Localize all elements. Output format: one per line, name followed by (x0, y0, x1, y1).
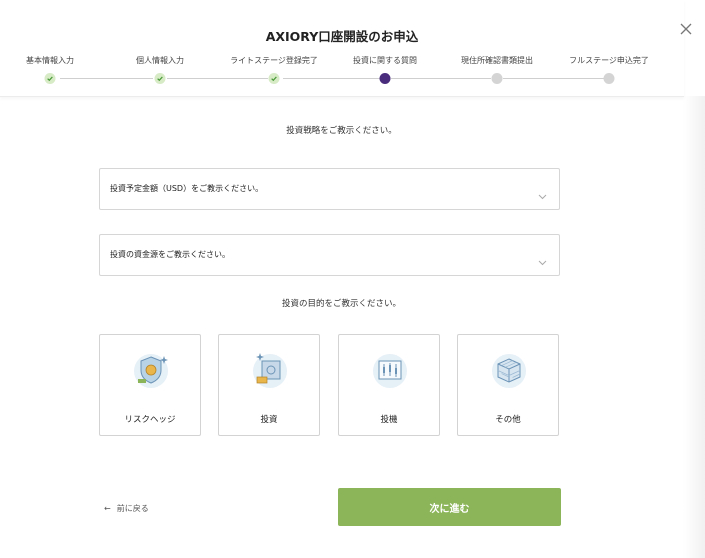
select-placeholder: 投資の資金源をご教示ください。 (110, 250, 230, 259)
strategy-heading: 投資戦略をご教示ください。 (286, 126, 397, 136)
purpose-card-speculation[interactable]: 投機 (338, 334, 440, 436)
pending-step-dot (603, 73, 615, 84)
step-label: 個人情報入力 (136, 56, 184, 65)
step-label: 投資に関する質問 (353, 56, 417, 65)
select-placeholder: 投資予定金額（USD）をご教示ください。 (110, 184, 264, 193)
progress-header: AXIORY口座開設のお申込 基本情報入力 個人情報入力 ライトステージ登録完了… (0, 0, 684, 97)
trading-chart-icon (365, 349, 415, 391)
step-label: 基本情報入力 (26, 56, 74, 65)
check-icon (154, 73, 166, 84)
check-icon (268, 73, 280, 84)
chevron-down-icon (538, 185, 547, 204)
back-link[interactable]: ← 前に戻る (104, 503, 149, 514)
close-icon[interactable] (677, 20, 695, 38)
purpose-label: リスクヘッジ (124, 415, 176, 425)
fund-source-select[interactable]: 投資の資金源をご教示ください。 (99, 234, 560, 276)
purpose-heading: 投資の目的をご教示ください。 (281, 299, 401, 309)
page-title: AXIORY口座開設のお申込 (265, 29, 419, 44)
purpose-label: 投機 (380, 415, 398, 425)
step-connector (60, 78, 153, 79)
step-connector (391, 78, 491, 79)
shield-coin-icon (126, 349, 176, 391)
back-label: 前に戻る (116, 504, 149, 513)
current-step-dot (379, 73, 391, 84)
check-icon (44, 73, 56, 84)
cube-icon (484, 349, 534, 391)
purpose-label: 投資 (260, 415, 278, 425)
step-connector (167, 78, 268, 79)
purpose-card-other[interactable]: その他 (457, 334, 559, 436)
step-connector (503, 78, 605, 79)
arrow-left-icon: ← (104, 504, 111, 513)
pending-step-dot (491, 73, 503, 84)
purpose-card-risk-hedge[interactable]: リスクヘッジ (99, 334, 201, 436)
chevron-down-icon (538, 251, 547, 270)
step-label: フルステージ申込完了 (569, 56, 649, 65)
investment-amount-select[interactable]: 投資予定金額（USD）をご教示ください。 (99, 168, 560, 210)
purpose-card-investment[interactable]: 投資 (218, 334, 320, 436)
application-page: AXIORY口座開設のお申込 基本情報入力 個人情報入力 ライトステージ登録完了… (0, 0, 705, 558)
step-connector (283, 78, 380, 79)
next-button[interactable]: 次に進む (338, 488, 561, 526)
scroll-shadow (683, 96, 705, 558)
step-label: ライトステージ登録完了 (230, 56, 318, 65)
step-label: 現住所確認書類提出 (461, 56, 533, 65)
purpose-label: その他 (495, 415, 521, 425)
safe-money-icon (245, 349, 295, 391)
